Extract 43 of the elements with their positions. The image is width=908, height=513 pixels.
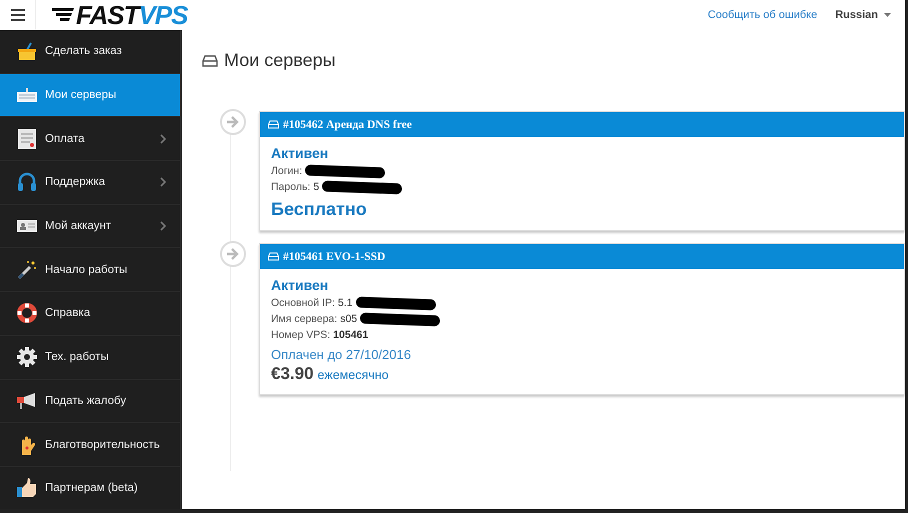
report-error-link[interactable]: Сообщить об ошибке <box>708 9 818 21</box>
thumbs-up-icon <box>17 478 37 498</box>
field-label: Основной IP: <box>271 296 335 311</box>
field-value: 105461 <box>333 328 368 343</box>
field-label: Пароль: <box>271 180 310 195</box>
arrow-circle-icon <box>220 241 246 267</box>
field-value: s05 <box>340 312 358 327</box>
field-value: 5.1 <box>338 296 353 311</box>
price-text: Бесплатно <box>271 199 368 220</box>
arrow-circle-icon <box>220 109 246 135</box>
megaphone-icon <box>17 392 37 410</box>
chevron-icon <box>160 177 166 188</box>
page-title: Мои серверы <box>202 50 905 71</box>
language-dropdown[interactable]: Russian <box>835 9 891 21</box>
server-icon <box>268 120 279 129</box>
server-title[interactable]: #105462 Аренда DNS free <box>283 118 412 130</box>
status-text: Активен <box>271 145 330 161</box>
field-label: Номер VPS: <box>271 328 330 343</box>
id-card-icon <box>17 220 37 232</box>
logo[interactable]: FASTVPS <box>76 0 188 30</box>
status-text: Активен <box>271 277 330 293</box>
magic-wand-icon <box>17 260 37 280</box>
lifebuoy-icon <box>17 303 37 324</box>
chevron-icon <box>160 221 166 232</box>
document-icon <box>18 128 36 149</box>
headphones-icon <box>17 172 37 192</box>
keyboard-icon <box>17 88 37 102</box>
sidebar-item[interactable]: Мои серверы <box>0 74 180 118</box>
gear-icon <box>17 347 37 368</box>
server-icon <box>268 252 279 261</box>
field-label: Имя сервера: <box>271 312 338 327</box>
logo-icon <box>52 8 74 22</box>
hand-icon <box>19 434 35 455</box>
caret-icon <box>884 13 891 17</box>
server-icon <box>202 54 218 66</box>
field-value: 5 <box>313 180 320 195</box>
price-text: €3.90 <box>271 364 314 384</box>
billing-period: ежемесячно <box>318 368 389 382</box>
basket-icon <box>17 42 37 60</box>
chevron-icon <box>160 134 166 144</box>
paid-until-text: Оплачен до 27/10/2016 <box>271 347 412 362</box>
field-label: Логин: <box>271 164 302 179</box>
server-title[interactable]: #105461 EVO-1-SSD <box>283 250 386 262</box>
